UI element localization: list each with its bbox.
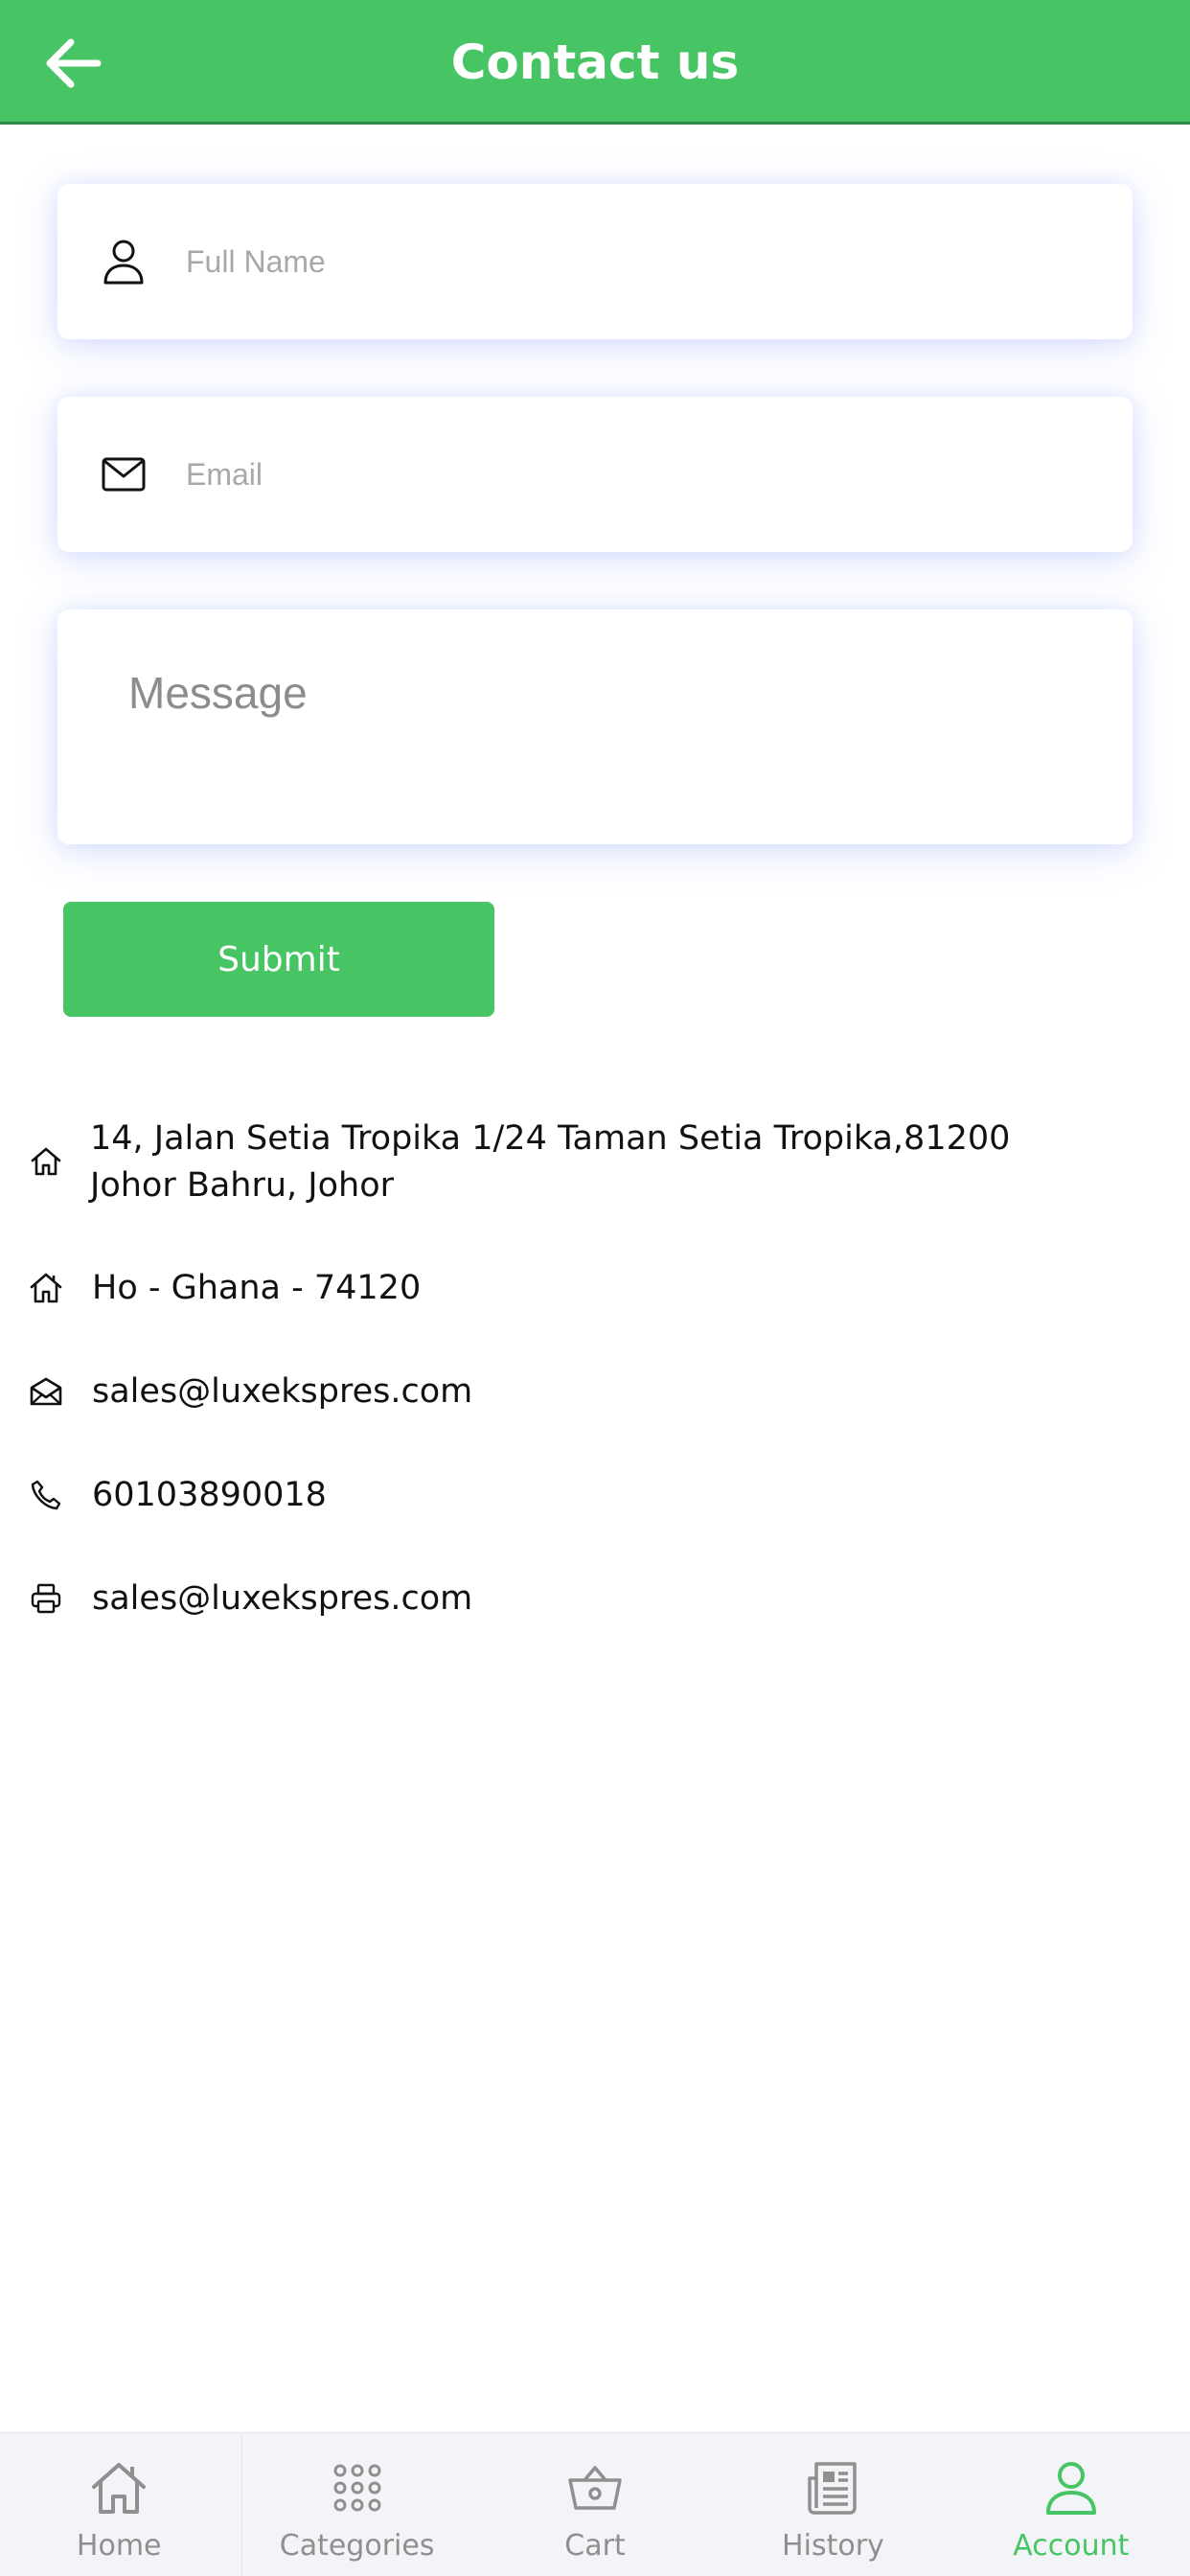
submit-button[interactable]: Submit: [63, 902, 494, 1017]
mail-icon: [92, 443, 155, 506]
fax-text: sales@luxekspres.com: [92, 1579, 473, 1618]
basket-icon: [561, 2454, 629, 2521]
page-title: Contact us: [450, 34, 740, 90]
bottom-navigation: Home Categories Cart History Account: [0, 2432, 1190, 2576]
nav-divider: [241, 2433, 242, 2576]
home-icon: [25, 1140, 67, 1183]
printer-icon: [25, 1577, 67, 1620]
nav-label-categories: Categories: [279, 2529, 435, 2563]
phone-icon: [25, 1474, 67, 1516]
nav-label-account: Account: [1013, 2529, 1130, 2563]
city-text: Ho - Ghana - 74120: [92, 1269, 422, 1307]
email-text[interactable]: sales@luxekspres.com: [92, 1368, 1108, 1415]
email-field: [57, 397, 1133, 552]
home-icon: [25, 1267, 67, 1309]
person-icon: [92, 230, 155, 293]
nav-item-account[interactable]: Account: [952, 2433, 1190, 2576]
address-text: 14, Jalan Setia Tropika 1/24 Taman Setia…: [90, 1119, 1011, 1205]
home-icon: [85, 2454, 152, 2521]
message-field: [57, 610, 1133, 844]
nav-item-categories[interactable]: Categories: [238, 2433, 475, 2576]
message-input[interactable]: [128, 667, 1087, 811]
envelope-open-icon: [25, 1370, 67, 1413]
newspaper-icon: [799, 2454, 866, 2521]
nav-item-history[interactable]: History: [714, 2433, 951, 2576]
full-name-input[interactable]: [186, 228, 1087, 295]
phone-text[interactable]: 60103890018: [92, 1472, 1108, 1519]
app-header: Contact us: [0, 0, 1190, 125]
nav-item-cart[interactable]: Cart: [476, 2433, 714, 2576]
grid-icon: [324, 2454, 391, 2521]
user-icon: [1038, 2454, 1105, 2521]
nav-item-home[interactable]: Home: [0, 2433, 238, 2576]
nav-label-history: History: [782, 2529, 884, 2563]
full-name-field: [57, 184, 1133, 339]
nav-label-home: Home: [76, 2529, 162, 2563]
email-input[interactable]: [186, 441, 1087, 508]
nav-label-cart: Cart: [564, 2529, 626, 2563]
